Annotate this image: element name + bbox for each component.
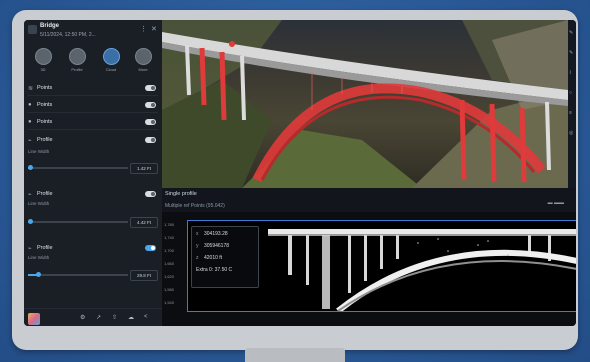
profile-toggle[interactable] bbox=[145, 245, 156, 251]
y-tick: 1,540 bbox=[164, 300, 175, 305]
mode-label: More bbox=[138, 67, 148, 72]
profile-title: Single profile bbox=[165, 191, 197, 197]
mode-label: 3D bbox=[40, 67, 46, 72]
line-width-value[interactable]: 4.42 Ft bbox=[130, 217, 158, 228]
readout-z-value: 42010 ft bbox=[204, 255, 223, 261]
readout-z: z 42010 ft bbox=[196, 255, 223, 261]
line-width-slider[interactable] bbox=[28, 165, 128, 170]
sphere-icon bbox=[34, 48, 52, 65]
view-toolbar: ✎ ✎ ⌇ ○ ≡ ◎ bbox=[568, 20, 576, 188]
layers-panel: Bridge 5/11/2024, 12:50 PM, 2... ⋮ ✕ 3D … bbox=[24, 20, 162, 326]
profile-label: Profile bbox=[37, 191, 53, 197]
layer-row[interactable]: ● Points bbox=[28, 99, 158, 113]
pencil-icon[interactable]: ✎ bbox=[569, 30, 573, 36]
x-axis bbox=[187, 312, 576, 324]
slider-knob[interactable] bbox=[28, 219, 33, 224]
slider-knob[interactable] bbox=[36, 272, 41, 277]
mode-more-button[interactable]: More bbox=[128, 48, 158, 72]
layer-toggle[interactable] bbox=[145, 85, 156, 91]
close-icon[interactable]: ✕ bbox=[151, 25, 157, 33]
titlebar: Bridge 5/11/2024, 12:50 PM, 2... ⋮ ✕ bbox=[28, 23, 160, 43]
profile-subtitle: Multiple ref Points (95.042) bbox=[165, 203, 225, 209]
ruler-icon[interactable]: ⌇ bbox=[569, 70, 571, 76]
mode-3d-button[interactable]: 3D bbox=[28, 48, 58, 72]
point-cloud-3d-view[interactable]: ✎ ✎ ⌇ ○ ≡ ◎ bbox=[162, 20, 576, 188]
slider-knob[interactable] bbox=[28, 165, 33, 170]
mode-label: Profile bbox=[71, 67, 83, 72]
y-tick: 1,740 bbox=[164, 235, 175, 240]
profile-icon bbox=[68, 48, 86, 65]
readout-x-value: 304193.28 bbox=[204, 231, 228, 237]
project-title: Bridge bbox=[40, 23, 60, 29]
view-mode-bar: 3D Profile Cloud More bbox=[24, 48, 162, 78]
readout-extra: Extra 0: 37.50 C bbox=[196, 267, 233, 273]
coordinate-readout: x 304193.28 y 305946178 z 42010 ft Extra 0:… bbox=[191, 226, 259, 288]
target-icon[interactable]: ◎ bbox=[569, 130, 573, 136]
line-width-value[interactable]: 1.42 Ft bbox=[130, 163, 158, 174]
app-logo bbox=[28, 313, 40, 325]
layers-icon[interactable]: ≡ bbox=[569, 110, 572, 116]
more-vertical-icon[interactable]: ⋮ bbox=[140, 25, 147, 33]
mode-label: Cloud bbox=[105, 67, 117, 72]
line-width-label: Line Width bbox=[28, 255, 50, 260]
y-tick: 1,660 bbox=[164, 261, 175, 266]
bottom-toolbar: ⚙ ↗ ⇧ ☁ < bbox=[24, 308, 162, 326]
layer-toggle[interactable] bbox=[145, 119, 156, 125]
line-width-value[interactable]: 29.8 Ft bbox=[130, 270, 158, 281]
profile-line-icon: ⌁ bbox=[28, 246, 32, 252]
line-width-slider[interactable] bbox=[28, 272, 128, 277]
profile-controls[interactable]: ▬ ▬▬ bbox=[548, 200, 564, 206]
pin-icon: ● bbox=[28, 119, 32, 125]
y-tick: 1,780 bbox=[164, 222, 175, 227]
line-width-label: Line Width bbox=[28, 149, 50, 154]
readout-y-value: 305946178 bbox=[204, 243, 230, 249]
settings-icon[interactable]: ⚙ bbox=[80, 314, 85, 321]
forward-icon[interactable]: < bbox=[144, 314, 148, 320]
circle-icon[interactable]: ○ bbox=[569, 90, 572, 96]
profile-line-icon: ⌁ bbox=[28, 192, 32, 198]
layers-icon: ≋ bbox=[28, 86, 34, 92]
pencil-icon[interactable]: ✎ bbox=[569, 50, 573, 56]
readout-x: x 304193.28 bbox=[196, 231, 228, 237]
bridge-point-cloud bbox=[162, 20, 568, 188]
monitor-stand bbox=[245, 348, 345, 362]
pin-icon: ● bbox=[28, 102, 32, 108]
profile-row[interactable]: ⌁ Profile bbox=[28, 242, 158, 255]
y-tick: 1,580 bbox=[164, 287, 175, 292]
mode-cloud-button[interactable]: Cloud bbox=[96, 48, 126, 72]
layer-label: Points bbox=[37, 119, 53, 125]
profile-toggle[interactable] bbox=[145, 137, 156, 143]
profile-label: Profile bbox=[37, 137, 53, 143]
y-tick: 1,700 bbox=[164, 248, 175, 253]
cloud-upload-icon[interactable]: ☁ bbox=[128, 314, 134, 321]
layer-label: Points bbox=[37, 102, 53, 108]
app-icon bbox=[28, 25, 37, 34]
more-icon bbox=[134, 48, 152, 65]
layer-label: Points bbox=[37, 85, 53, 91]
app-window: Bridge 5/11/2024, 12:50 PM, 2... ⋮ ✕ 3D … bbox=[24, 20, 576, 326]
profile-label: Profile bbox=[37, 245, 53, 251]
project-subtitle: 5/11/2024, 12:50 PM, 2... bbox=[40, 32, 96, 38]
y-tick: 1,620 bbox=[164, 274, 175, 279]
profile-panel-header: Single profile Multiple ref Points (95.0… bbox=[162, 188, 576, 212]
profile-row[interactable]: ⌁ Profile bbox=[28, 134, 158, 147]
share-icon[interactable]: ⇧ bbox=[112, 314, 117, 321]
line-width-label: Line Width bbox=[28, 201, 50, 206]
profile-view[interactable]: 1,780 1,740 1,700 1,660 1,620 1,580 1,54… bbox=[162, 212, 576, 326]
measure-icon[interactable]: ↗ bbox=[96, 314, 101, 321]
layer-toggle[interactable] bbox=[145, 102, 156, 108]
profile-line-icon: ⌁ bbox=[28, 138, 32, 144]
profile-toggle[interactable] bbox=[145, 191, 156, 197]
layer-row[interactable]: ● Points bbox=[28, 116, 158, 130]
mode-profile-button[interactable]: Profile bbox=[62, 48, 92, 72]
readout-y: y 305946178 bbox=[196, 243, 230, 249]
layer-row[interactable]: ≋ Points bbox=[28, 82, 158, 96]
profile-row[interactable]: ⌁ Profile bbox=[28, 188, 158, 201]
y-axis: 1,780 1,740 1,700 1,660 1,620 1,580 1,54… bbox=[162, 212, 184, 326]
cloud-icon bbox=[102, 48, 120, 65]
line-width-slider[interactable] bbox=[28, 219, 128, 224]
